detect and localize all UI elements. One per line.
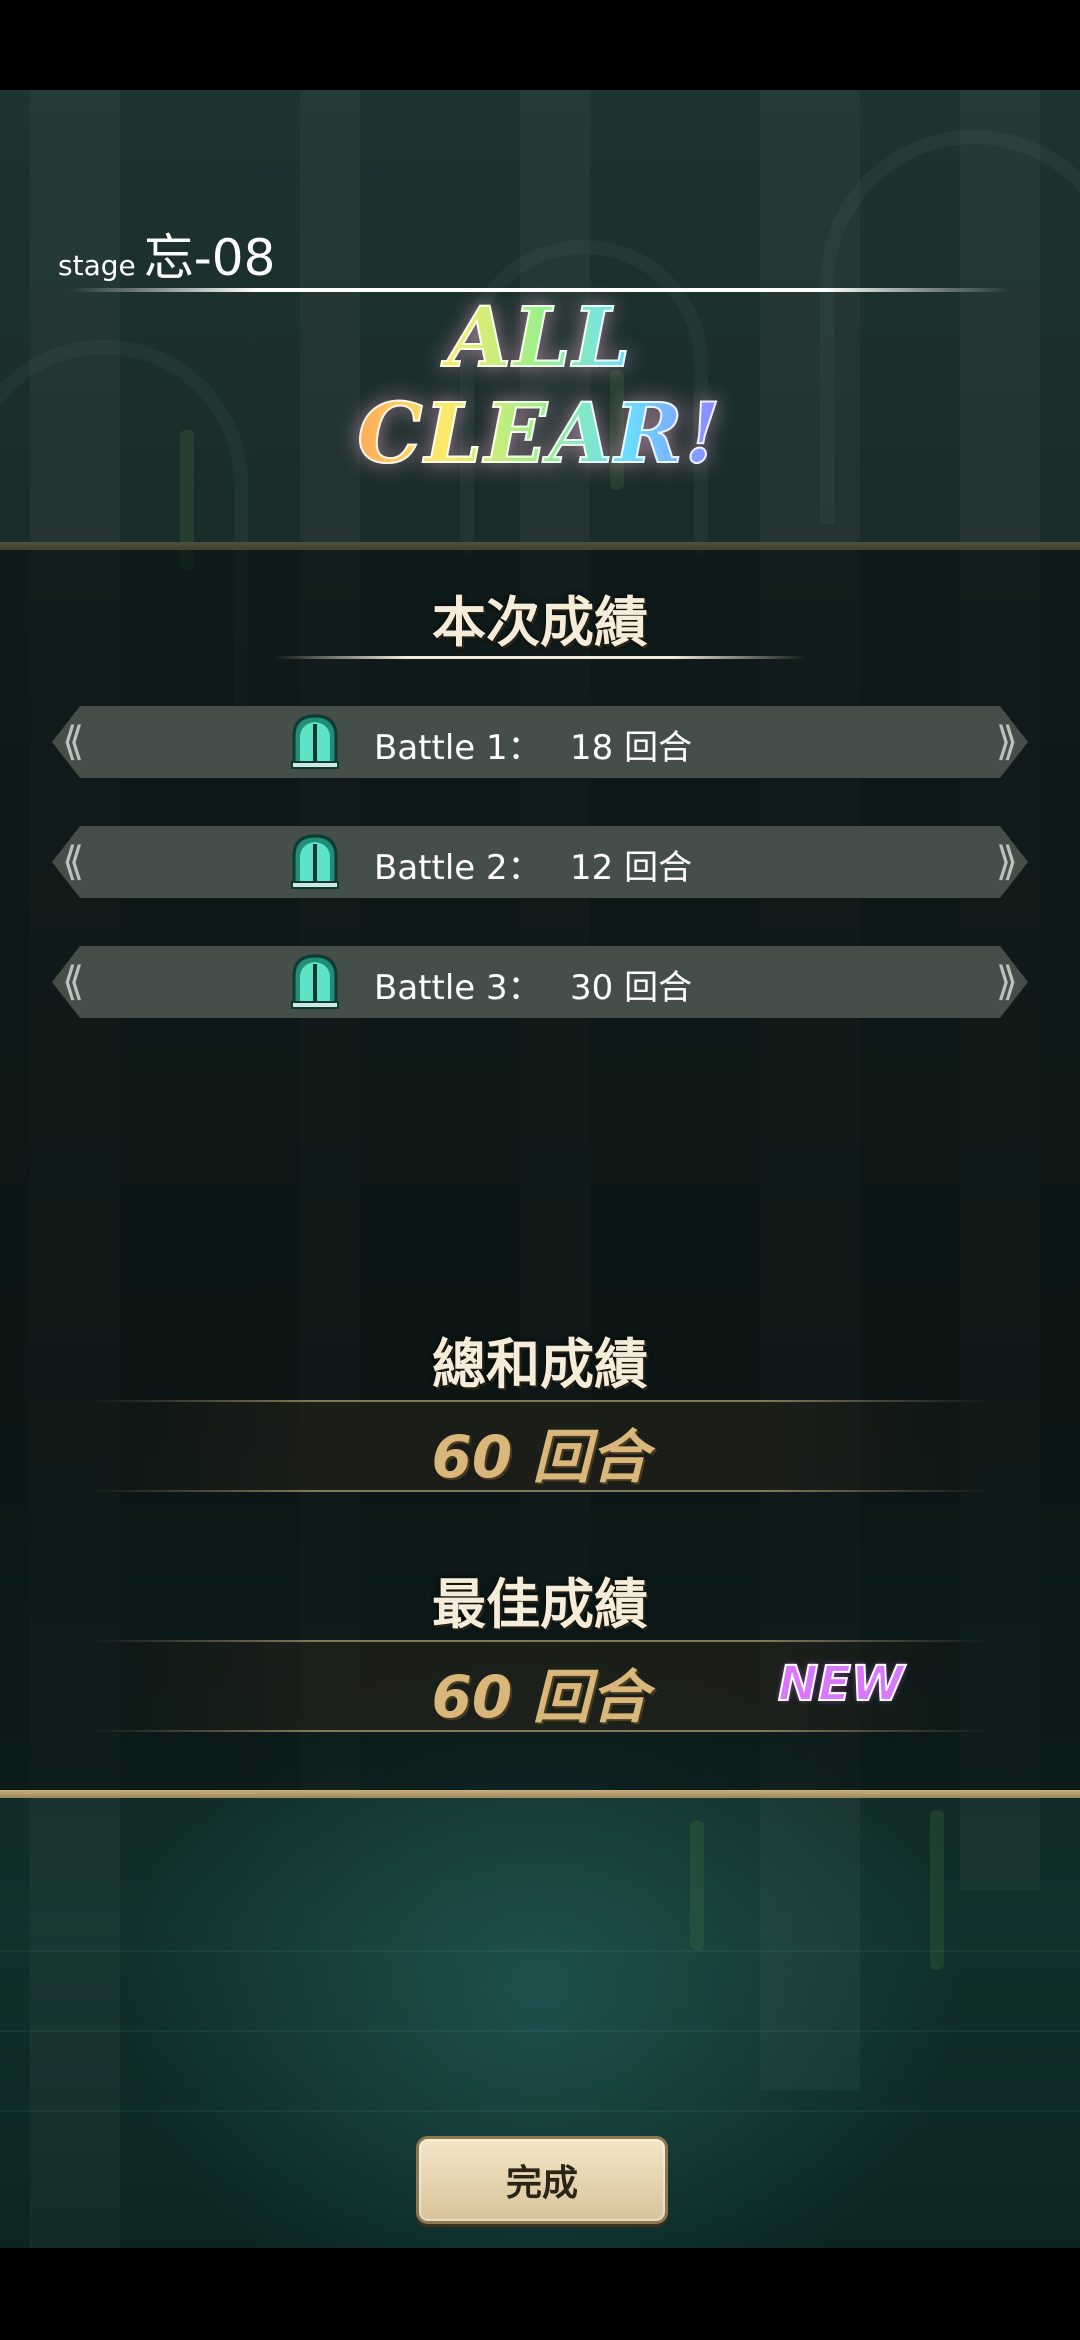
double-chevron-left-icon: ⟪: [62, 959, 85, 1005]
current-score-title: 本次成績: [432, 591, 648, 654]
best-score-value: 60 回合: [431, 1663, 649, 1731]
total-score-title: 總和成績: [432, 1333, 648, 1396]
current-score-divider: [275, 656, 805, 659]
battle-row-2: ⟪ Battle 2： 12 回合 ⟫: [52, 826, 1028, 898]
stage-prefix: stage: [58, 249, 136, 282]
all-clear-banner: ALL CLEAR!: [270, 289, 810, 483]
new-record-badge: NEW: [777, 1655, 905, 1713]
battle-name: Battle 2：: [374, 848, 542, 888]
top-letterbox: [0, 0, 1080, 90]
gate-icon: [291, 834, 339, 889]
double-chevron-right-icon: ⟫: [995, 839, 1018, 885]
gate-icon: [291, 714, 339, 769]
bottom-letterbox: [0, 2248, 1080, 2340]
gate-icon: [291, 954, 339, 1009]
done-button[interactable]: 完成: [416, 2136, 668, 2224]
battle-name: Battle 3：: [374, 968, 542, 1008]
battle-turns: 30 回合: [570, 968, 693, 1008]
total-score-value: 60 回合: [431, 1423, 649, 1491]
double-chevron-right-icon: ⟫: [995, 719, 1018, 765]
double-chevron-right-icon: ⟫: [995, 959, 1018, 1005]
panel-bottom-border: [0, 1790, 1080, 1798]
battle-name: Battle 1：: [374, 728, 542, 768]
stage-label: stage 忘-08: [58, 218, 275, 290]
double-chevron-left-icon: ⟪: [62, 719, 85, 765]
battle-turns: 18 回合: [570, 728, 693, 768]
double-chevron-left-icon: ⟪: [62, 839, 85, 885]
battle-turns: 12 回合: [570, 848, 693, 888]
stage-code: 忘-08: [143, 229, 276, 287]
battle-row-1: ⟪ Battle 1： 18 回合 ⟫: [52, 706, 1028, 778]
best-score-title: 最佳成績: [432, 1573, 648, 1636]
battle-row-3: ⟪ Battle 3： 30 回合 ⟫: [52, 946, 1028, 1018]
